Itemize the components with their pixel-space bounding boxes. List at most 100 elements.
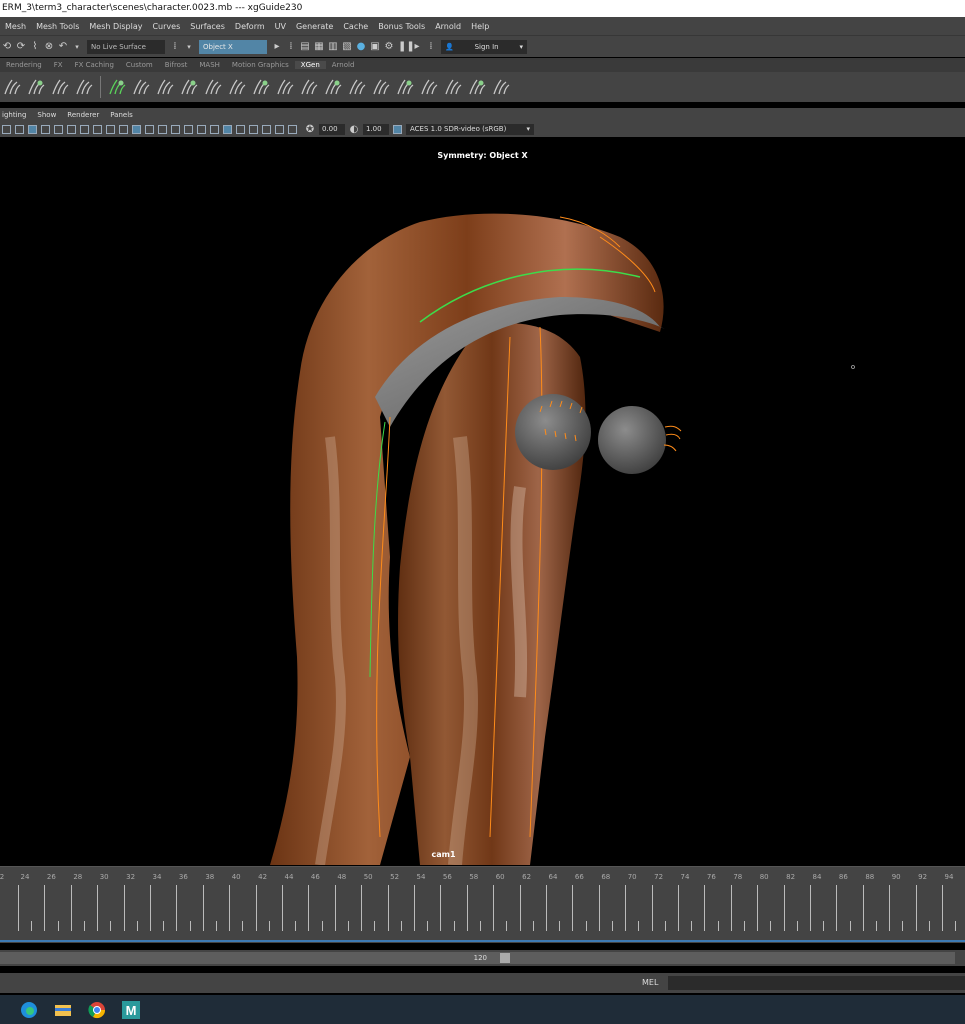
hypershade-icon[interactable]: ● xyxy=(356,41,366,52)
camera-attributes-icon[interactable] xyxy=(2,125,11,134)
range-handle[interactable] xyxy=(500,953,510,963)
snap-curve-icon[interactable]: ⌇ xyxy=(30,41,40,52)
panel-menu-panels[interactable]: Panels xyxy=(108,111,136,119)
wireframe-on-shaded-icon[interactable] xyxy=(145,125,154,134)
tab-fx-caching[interactable]: FX Caching xyxy=(69,61,120,69)
menu-arnold[interactable]: Arnold xyxy=(430,22,466,31)
menu-mesh-display[interactable]: Mesh Display xyxy=(84,22,147,31)
maya-icon[interactable]: M xyxy=(121,1000,141,1020)
sign-in-dropdown[interactable]: 👤 Sign In ▾ xyxy=(441,39,527,54)
safe-title-icon[interactable] xyxy=(106,125,115,134)
xray-components-icon[interactable] xyxy=(288,125,297,134)
tab-bifrost[interactable]: Bifrost xyxy=(159,61,194,69)
file-explorer-icon[interactable] xyxy=(53,1000,73,1020)
gate-mask-icon[interactable] xyxy=(67,125,76,134)
menu-help[interactable]: Help xyxy=(466,22,494,31)
viewport[interactable]: Symmetry: Object X cam1 xyxy=(0,137,965,865)
expand-arrow-icon[interactable]: ▸ xyxy=(412,41,422,52)
menu-mesh[interactable]: Mesh xyxy=(0,22,31,31)
pause-icon[interactable]: ❚❚ xyxy=(398,41,415,52)
render-sequence-icon[interactable]: ▦ xyxy=(314,41,324,52)
menu-bonus-tools[interactable]: Bonus Tools xyxy=(373,22,430,31)
textured-icon[interactable] xyxy=(158,125,167,134)
menu-uv[interactable]: UV xyxy=(270,22,291,31)
paint-select-icon[interactable]: ⟳ xyxy=(16,41,26,52)
range-track[interactable]: 120 xyxy=(0,952,955,964)
guide-collide-icon[interactable] xyxy=(420,78,438,96)
guide-lengthen-icon[interactable] xyxy=(228,78,246,96)
exposure-field[interactable]: 0.00 xyxy=(319,124,345,135)
motion-blur-icon[interactable] xyxy=(210,125,219,134)
shadows-icon[interactable] xyxy=(184,125,193,134)
tab-arnold[interactable]: Arnold xyxy=(326,61,361,69)
guide-freeze-icon[interactable] xyxy=(276,78,294,96)
tab-fx[interactable]: FX xyxy=(48,61,69,69)
film-gate-icon[interactable] xyxy=(41,125,50,134)
live-surface-field[interactable]: No Live Surface xyxy=(87,39,165,54)
xgen-guide-icon[interactable] xyxy=(3,78,21,96)
expand-arrow-icon[interactable]: ▸ xyxy=(272,41,282,52)
view-transform-dropdown[interactable]: ACES 1.0 SDR-video (sRGB) ▾ xyxy=(406,124,534,135)
anti-aliasing-icon[interactable] xyxy=(223,125,232,134)
snap-view-icon[interactable]: ↶ xyxy=(58,41,68,52)
time-slider[interactable]: 2 24 26 28 30 32 34 36 38 40 42 44 46 48 50 52 54 56 58 60 6… xyxy=(0,866,965,943)
guide-smooth-icon[interactable] xyxy=(324,78,342,96)
isolate-select-icon[interactable] xyxy=(249,125,258,134)
render-frame-icon[interactable]: ▤ xyxy=(300,41,310,52)
render-settings-icon[interactable]: ▧ xyxy=(342,41,352,52)
dropdown-arrow-icon[interactable]: ▾ xyxy=(184,42,194,52)
menu-cache[interactable]: Cache xyxy=(338,22,373,31)
symmetry-dropdown[interactable]: Object X xyxy=(199,39,267,54)
safe-action-icon[interactable] xyxy=(93,125,102,134)
create-description-icon[interactable] xyxy=(132,78,150,96)
panel-menu-renderer[interactable]: Renderer xyxy=(65,111,102,119)
edge-icon[interactable] xyxy=(19,1000,39,1020)
color-management-icon[interactable] xyxy=(393,125,402,134)
sculpt-guides-icon[interactable] xyxy=(156,78,174,96)
lighting-icon[interactable] xyxy=(171,125,180,134)
sphere-right[interactable] xyxy=(598,406,666,474)
xgen-editor-icon[interactable] xyxy=(108,78,126,96)
guide-cut-icon[interactable] xyxy=(252,78,270,96)
lasso-select-icon[interactable]: ⟲ xyxy=(2,41,12,52)
snap-point-icon[interactable]: ⊗ xyxy=(44,41,54,52)
tab-xgen[interactable]: XGen xyxy=(294,61,326,69)
ipr-render-icon[interactable]: ▥ xyxy=(328,41,338,52)
guide-bend-icon[interactable] xyxy=(204,78,222,96)
edit-guide-icon[interactable] xyxy=(75,78,93,96)
xray-joints-icon[interactable] xyxy=(275,125,284,134)
add-guide-icon[interactable] xyxy=(27,78,45,96)
guide-curl-icon[interactable] xyxy=(468,78,486,96)
depth-of-field-icon[interactable] xyxy=(236,125,245,134)
tab-custom[interactable]: Custom xyxy=(120,61,159,69)
panel-menu-ighting[interactable]: ighting xyxy=(0,111,29,119)
guide-noise-icon[interactable] xyxy=(396,78,414,96)
tab-rendering[interactable]: Rendering xyxy=(0,61,48,69)
wireframe-icon[interactable] xyxy=(119,125,128,134)
bookmark-icon[interactable] xyxy=(15,125,24,134)
panel-menu-show[interactable]: Show xyxy=(35,111,59,119)
grid-icon[interactable] xyxy=(28,125,37,134)
dropdown-arrow-icon[interactable]: ▾ xyxy=(72,42,82,52)
gamma-field[interactable]: 1.00 xyxy=(363,124,389,135)
menu-deform[interactable]: Deform xyxy=(230,22,270,31)
resolution-gate-icon[interactable] xyxy=(54,125,63,134)
xray-icon[interactable] xyxy=(262,125,271,134)
ambient-occlusion-icon[interactable] xyxy=(197,125,206,134)
smooth-shade-icon[interactable] xyxy=(132,125,141,134)
mel-label[interactable]: MEL xyxy=(642,976,658,990)
tab-mash[interactable]: MASH xyxy=(193,61,226,69)
guide-attract-icon[interactable] xyxy=(444,78,462,96)
menu-generate[interactable]: Generate xyxy=(291,22,338,31)
range-slider[interactable]: 120 xyxy=(0,950,965,966)
arnold-render-icon[interactable]: ⚙ xyxy=(384,41,394,52)
render-view-icon[interactable]: ▣ xyxy=(370,41,380,52)
delete-guide-icon[interactable] xyxy=(51,78,69,96)
menu-mesh-tools[interactable]: Mesh Tools xyxy=(31,22,84,31)
chrome-icon[interactable] xyxy=(87,1000,107,1020)
mel-input[interactable] xyxy=(668,976,965,990)
guide-rotate-icon[interactable] xyxy=(300,78,318,96)
guide-scale-icon[interactable] xyxy=(348,78,366,96)
sphere-left[interactable] xyxy=(515,394,591,470)
menu-surfaces[interactable]: Surfaces xyxy=(185,22,230,31)
